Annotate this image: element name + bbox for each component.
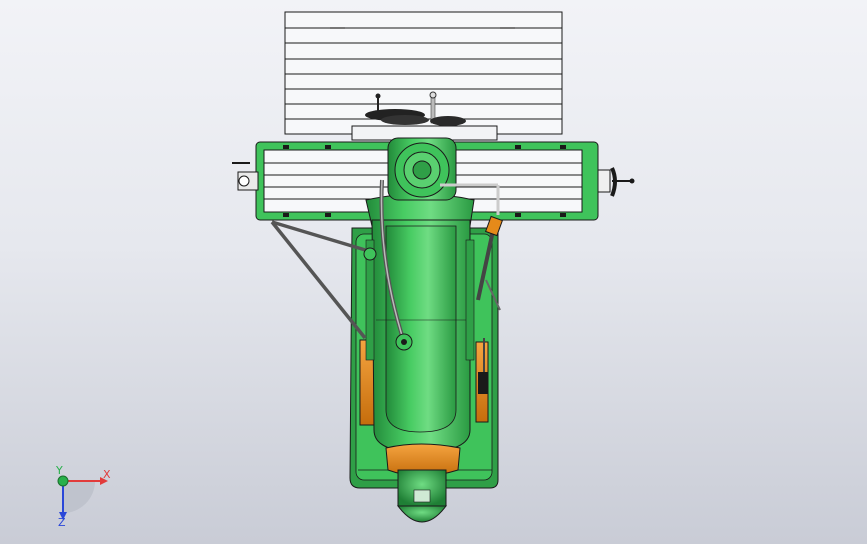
cad-viewport[interactable]: X Y Z <box>0 0 867 544</box>
machine-model[interactable]: X Y Z <box>0 0 867 544</box>
y-axis-dot <box>57 475 69 487</box>
x-axis-label: X <box>103 468 111 481</box>
coordinate-triad: X Y Z <box>55 464 111 529</box>
z-axis-label: Z <box>58 516 66 529</box>
y-axis-label: Y <box>55 464 63 477</box>
